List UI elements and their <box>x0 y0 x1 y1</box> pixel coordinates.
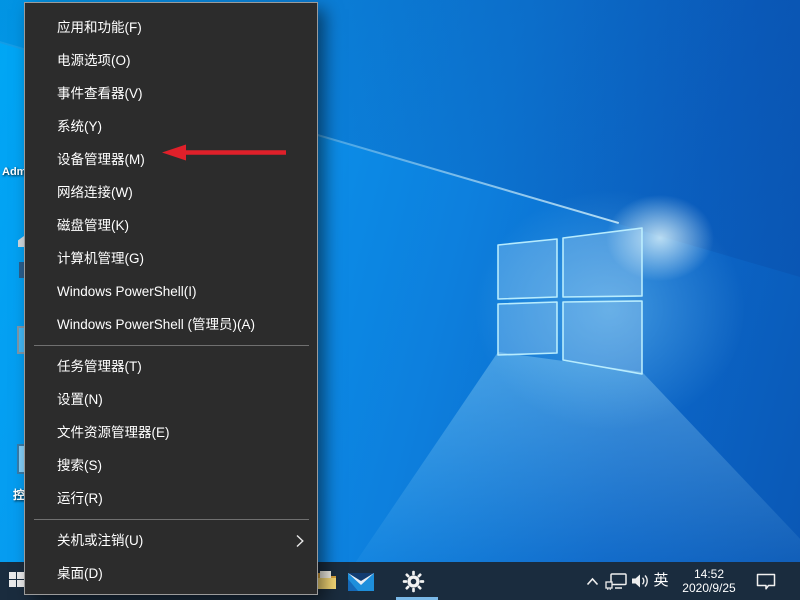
clock-date: 2020/9/25 <box>672 581 746 595</box>
menu-item-label: 任务管理器(T) <box>57 350 142 383</box>
menu-item-apps-and-features[interactable]: 应用和功能(F) <box>25 11 317 44</box>
menu-item-label: 电源选项(O) <box>57 44 131 77</box>
menu-item-run[interactable]: 运行(R) <box>25 482 317 515</box>
menu-item-desktop[interactable]: 桌面(D) <box>25 557 317 590</box>
menu-item-network-connections[interactable]: 网络连接(W) <box>25 176 317 209</box>
menu-item-label: 设置(N) <box>57 383 103 416</box>
menu-item-label: 应用和功能(F) <box>57 11 142 44</box>
chevron-up-icon <box>586 577 599 586</box>
tray-network-button[interactable] <box>603 562 629 600</box>
menu-item-label: 计算机管理(G) <box>57 242 144 275</box>
taskbar-mail-button[interactable] <box>341 562 381 600</box>
ime-language-label: 英 <box>653 562 668 600</box>
tray-show-hidden-icons-button[interactable] <box>581 562 603 600</box>
menu-item-label: 事件查看器(V) <box>57 77 143 110</box>
menu-item-shutdown-or-signout[interactable]: 关机或注销(U) <box>25 524 317 557</box>
menu-item-label: 运行(R) <box>57 482 103 515</box>
menu-item-label: 搜索(S) <box>57 449 102 482</box>
menu-item-label: 系统(Y) <box>57 110 102 143</box>
menu-item-file-explorer[interactable]: 文件资源管理器(E) <box>25 416 317 449</box>
gear-icon <box>402 570 425 593</box>
menu-separator <box>25 515 317 524</box>
tray-ime-indicator[interactable]: 英 <box>651 562 671 600</box>
menu-item-powershell-admin[interactable]: Windows PowerShell (管理员)(A) <box>25 308 317 341</box>
menu-item-search[interactable]: 搜索(S) <box>25 449 317 482</box>
menu-item-computer-management[interactable]: 计算机管理(G) <box>25 242 317 275</box>
menu-item-task-manager[interactable]: 任务管理器(T) <box>25 350 317 383</box>
winx-context-menu: 应用和功能(F) 电源选项(O) 事件查看器(V) 系统(Y) 设备管理器(M)… <box>24 2 318 595</box>
menu-item-event-viewer[interactable]: 事件查看器(V) <box>25 77 317 110</box>
speaker-icon <box>631 573 650 589</box>
menu-item-label: 磁盘管理(K) <box>57 209 129 242</box>
notification-bubble-icon <box>755 572 777 591</box>
menu-item-label: Windows PowerShell (管理员)(A) <box>57 308 255 341</box>
desktop-screen: Adm 控 <box>0 0 800 600</box>
tray-clock[interactable]: 14:52 2020/9/25 <box>672 562 746 600</box>
menu-item-label: Windows PowerShell(I) <box>57 275 197 308</box>
taskbar-settings-button[interactable] <box>393 562 433 600</box>
menu-item-settings[interactable]: 设置(N) <box>25 383 317 416</box>
ethernet-network-icon <box>605 572 628 591</box>
menu-item-label: 桌面(D) <box>57 557 103 590</box>
menu-separator <box>25 341 317 350</box>
menu-item-label: 设备管理器(M) <box>57 143 145 176</box>
tray-action-center-button[interactable] <box>748 562 784 600</box>
tray-volume-button[interactable] <box>629 562 651 600</box>
annotation-arrow <box>158 139 290 166</box>
submenu-chevron-right-icon <box>296 534 304 548</box>
menu-item-label: 关机或注销(U) <box>57 524 143 557</box>
menu-item-disk-management[interactable]: 磁盘管理(K) <box>25 209 317 242</box>
desktop-icon-label-fragment[interactable]: Adm <box>2 166 26 178</box>
mail-icon <box>348 571 374 592</box>
menu-item-label: 文件资源管理器(E) <box>57 416 170 449</box>
menu-item-power-options[interactable]: 电源选项(O) <box>25 44 317 77</box>
menu-item-label: 网络连接(W) <box>57 176 133 209</box>
clock-time: 14:52 <box>672 567 746 581</box>
menu-item-powershell[interactable]: Windows PowerShell(I) <box>25 275 317 308</box>
